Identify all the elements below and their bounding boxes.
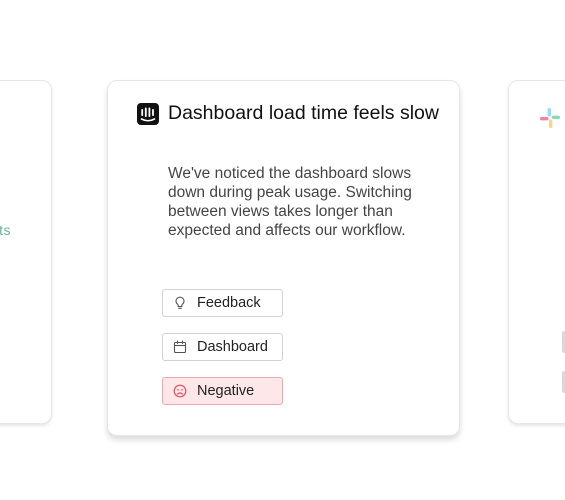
lightbulb-icon [175, 296, 185, 309]
tag-label: Negative [197, 383, 255, 399]
tag-negative[interactable]: Negative [162, 377, 283, 405]
tag-label: Feedback [197, 295, 261, 311]
card-text-fragment: ts [0, 222, 11, 238]
tag-feedback[interactable]: Feedback [162, 289, 283, 317]
feedback-card-next[interactable] [508, 80, 565, 424]
feedback-card[interactable]: Dashboard load time feels slow We've not… [107, 80, 460, 436]
feedback-card-previous[interactable]: ts [0, 80, 52, 424]
tag-dashboard[interactable]: Dashboard [162, 333, 283, 361]
card-header: Dashboard load time feels slow [137, 101, 439, 125]
feedback-carousel: ts Dashboard load time feels slow We've … [0, 0, 565, 500]
frown-face-icon [173, 384, 187, 398]
slack-icon [540, 108, 560, 128]
tag-label: Dashboard [197, 339, 268, 355]
card-description: We've noticed the dashboard slows down d… [168, 165, 412, 239]
card-title: Dashboard load time feels slow [168, 102, 439, 124]
intercom-icon [137, 103, 159, 125]
calendar-icon [173, 340, 187, 354]
